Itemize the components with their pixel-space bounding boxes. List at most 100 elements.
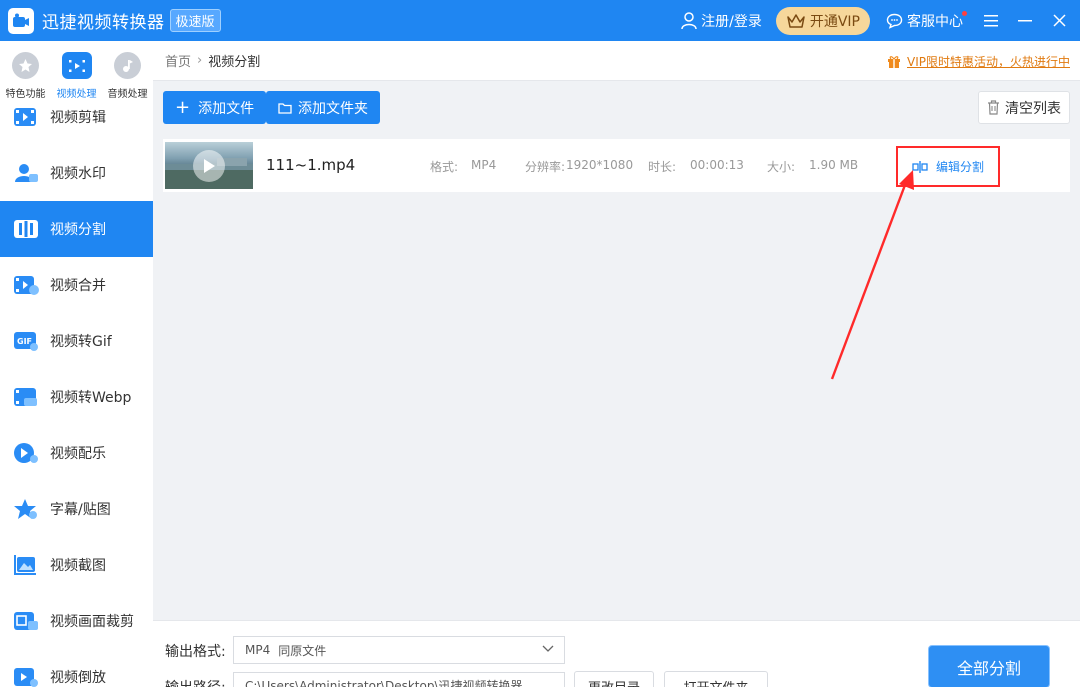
breadcrumb-current: 视频分割 [208, 55, 261, 70]
sidebar-item-label: 视频转Gif [50, 334, 112, 350]
sidebar-item-music[interactable]: 视频配乐 [0, 425, 153, 481]
crop-icon [12, 609, 40, 633]
sidebar-item-subtitle[interactable]: 字幕/贴图 [0, 481, 153, 537]
vip-button[interactable]: 开通VIP [775, 6, 870, 35]
clear-list-label: 清空列表 [1005, 100, 1061, 117]
size-label: 大小: [767, 160, 796, 174]
merge-icon [12, 273, 40, 297]
output-format-label: 输出格式: [165, 644, 226, 660]
file-name: 111~1.mp4 [266, 156, 356, 174]
output-format-select[interactable]: MP4 同原文件 [233, 636, 565, 664]
duration-label: 时长: [648, 160, 677, 174]
annotation-arrow [830, 170, 914, 380]
output-panel: 输出格式: MP4 同原文件 输出路径: C:\Users\Administra… [153, 620, 1080, 687]
sidebar-item-crop[interactable]: 视频画面裁剪 [0, 593, 153, 649]
menu-icon [984, 14, 998, 26]
format-value: MP4 [471, 158, 497, 172]
sidebar-item-label: 视频配乐 [50, 446, 106, 462]
music-icon [114, 52, 141, 79]
sidebar-item-webp[interactable]: 视频转Webp [0, 369, 153, 425]
edit-split-button[interactable]: 编辑分割 [896, 146, 1000, 187]
tab-featured[interactable]: 特色功能 [0, 41, 51, 103]
sidebar-item-split[interactable]: 视频分割 [0, 201, 153, 257]
close-icon [1052, 14, 1066, 27]
split-icon [12, 217, 40, 241]
tab-video[interactable]: 视频处理 [51, 41, 102, 103]
screenshot-icon [12, 553, 40, 577]
chevron-down-icon [542, 645, 554, 652]
svg-text:GIF: GIF [17, 337, 32, 346]
add-file-label: 添加文件 [198, 100, 255, 117]
app-logo-icon [8, 7, 34, 34]
sidebar-item-screenshot[interactable]: 视频截图 [0, 537, 153, 593]
gift-icon [888, 56, 900, 68]
reverse-icon [12, 665, 40, 687]
add-file-button[interactable]: + 添加文件 [163, 91, 267, 124]
edition-badge: 极速版 [169, 9, 221, 32]
tab-label: 特色功能 [5, 89, 46, 100]
sidebar-item-label: 视频分割 [50, 222, 106, 238]
edit-split-label: 编辑分割 [935, 160, 984, 174]
sticker-icon [12, 497, 40, 521]
play-icon [193, 150, 225, 182]
sidebar-category-tabs: 特色功能 视频处理 音频处理 [0, 41, 153, 103]
support-label: 客服中心 [907, 13, 963, 30]
crown-icon [787, 13, 805, 28]
login-link[interactable]: 注册/登录 [681, 11, 762, 31]
format-label: 格式: [430, 160, 459, 174]
menu-button[interactable] [974, 0, 1008, 41]
tab-audio[interactable]: 音频处理 [102, 41, 153, 103]
support-link[interactable]: 客服中心 [886, 11, 968, 31]
folder-icon [278, 102, 292, 114]
sidebar-item-label: 视频倒放 [50, 670, 106, 686]
music-video-icon [12, 441, 40, 465]
watermark-icon [12, 161, 40, 185]
sidebar-item-gif[interactable]: GIF 视频转Gif [0, 313, 153, 369]
sidebar-item-reverse[interactable]: 视频倒放 [0, 649, 153, 687]
clear-list-button[interactable]: 清空列表 [978, 91, 1070, 124]
duration-value: 00:00:13 [690, 158, 744, 172]
sidebar-item-label: 视频合并 [50, 278, 106, 294]
file-row[interactable]: 111~1.mp4 格式: MP4 分辨率: 1920*1080 时长: 00:… [163, 139, 1070, 192]
add-folder-label: 添加文件夹 [298, 100, 368, 117]
split-all-button[interactable]: 全部分割 [928, 645, 1050, 687]
breadcrumb: 首页 › 视频分割 VIP限时特惠活动，火热进行中 [153, 41, 1080, 81]
minimize-button[interactable] [1008, 0, 1042, 41]
film-icon [61, 52, 92, 79]
video-thumbnail[interactable] [165, 142, 253, 189]
chevron-right-icon: › [197, 53, 203, 68]
output-format-value: MP4 [245, 643, 271, 657]
sidebar-list: 视频剪辑 视频水印 视频分割 视频合并 GIF 视频转Gif 视频转Webp 视… [0, 89, 153, 687]
sidebar-item-label: 视频剪辑 [50, 110, 106, 126]
user-icon [681, 11, 697, 29]
output-path-label: 输出路径: [165, 677, 226, 687]
size-value: 1.90 MB [809, 158, 859, 172]
change-dir-button[interactable]: 更改目录 [574, 671, 654, 687]
sidebar-item-watermark[interactable]: 视频水印 [0, 145, 153, 201]
sidebar-item-label: 视频转Webp [50, 390, 132, 406]
output-path-input[interactable]: C:\Users\Administrator\Desktop\迅捷视频转换器 [233, 672, 565, 687]
split-edit-icon [912, 160, 928, 173]
tab-label: 音频处理 [107, 89, 148, 100]
login-label: 注册/登录 [701, 13, 762, 30]
resolution-value: 1920*1080 [566, 158, 634, 172]
sidebar-item-merge[interactable]: 视频合并 [0, 257, 153, 313]
app-title: 迅捷视频转换器 [42, 13, 165, 33]
close-button[interactable] [1042, 0, 1076, 41]
resolution-label: 分辨率: [525, 160, 566, 174]
open-folder-button[interactable]: 打开文件夹 [664, 671, 768, 687]
add-folder-button[interactable]: 添加文件夹 [266, 91, 380, 124]
tab-label: 视频处理 [56, 89, 97, 100]
chat-icon [886, 13, 903, 29]
vip-label: 开通VIP [809, 13, 860, 30]
promo-link[interactable]: VIP限时特惠活动，火热进行中 [887, 53, 1070, 70]
webp-icon [12, 385, 40, 409]
video-cut-icon [12, 105, 40, 129]
sidebar-item-label: 视频截图 [50, 558, 106, 574]
notification-dot [962, 11, 967, 16]
sidebar-item-label: 字幕/贴图 [50, 502, 111, 518]
sidebar: 视频剪辑 视频水印 视频分割 视频合并 GIF 视频转Gif 视频转Webp 视… [0, 41, 153, 687]
minimize-icon [1018, 19, 1032, 21]
breadcrumb-home[interactable]: 首页 [165, 51, 191, 70]
gif-icon: GIF [12, 329, 40, 353]
